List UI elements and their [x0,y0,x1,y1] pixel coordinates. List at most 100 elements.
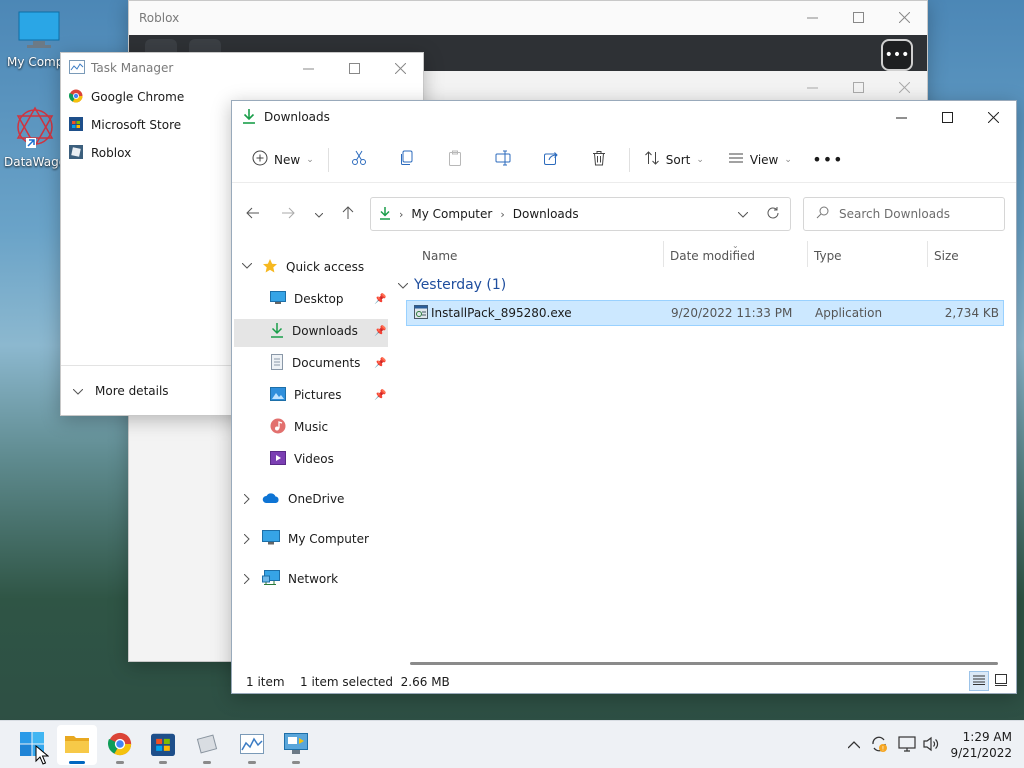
pin-icon: 📌 [374,389,387,401]
window-title: Roblox [139,11,180,25]
sidebar-item-videos[interactable]: Videos [270,445,390,473]
column-header-type[interactable]: Type [814,241,842,271]
column-header-name[interactable]: Name [422,241,457,271]
maximize-button[interactable] [835,71,881,103]
refresh-button[interactable] [766,206,780,223]
tiles-view-button[interactable] [991,671,1011,691]
running-indicator [69,761,85,764]
copy-button[interactable] [383,144,431,176]
back-button[interactable] [238,197,268,231]
sidebar-item-label: Music [294,420,329,434]
sidebar-item-pictures[interactable]: Pictures 📌 [270,381,390,409]
sidebar-item-quick-access[interactable]: Quick access [262,253,364,281]
sidebar-item-desktop[interactable]: Desktop 📌 [270,285,390,313]
pin-icon: 📌 [374,293,387,305]
file-size: 2,734 KB [944,306,999,320]
close-button[interactable] [970,101,1016,133]
cut-button[interactable] [335,144,383,176]
network-monitor-icon [898,735,916,755]
sidebar-item-documents[interactable]: Documents 📌 [270,349,390,377]
sort-button[interactable]: Sort ⌄ [636,144,712,176]
show-hidden-icons-button[interactable] [847,721,861,768]
window-title: Downloads [264,110,330,124]
maximize-button[interactable] [835,1,881,33]
minimize-button[interactable] [285,53,331,83]
expand-arrow-icon[interactable] [243,493,250,507]
maximize-button[interactable] [924,101,970,133]
running-indicator [116,761,124,764]
address-bar[interactable]: › My Computer › Downloads [370,197,791,231]
file-explorer-window[interactable]: Downloads New ⌄ Sort ⌄ View ⌄ ••• › My C… [231,100,1017,694]
table-row[interactable]: InstallPack_895280.exe 9/20/2022 11:33 P… [406,300,1004,326]
new-button[interactable]: New ⌄ [248,144,322,176]
column-divider[interactable] [807,241,808,267]
taskbar-task-manager[interactable] [232,725,272,765]
see-more-button[interactable]: ••• [804,144,852,176]
breadcrumb-downloads[interactable]: Downloads [513,207,579,221]
close-button[interactable] [377,53,423,83]
minimize-button[interactable] [789,71,835,103]
horizontal-scrollbar[interactable] [410,662,998,665]
close-button[interactable] [881,1,927,33]
column-divider[interactable] [663,241,664,267]
chrome-icon [107,732,132,759]
clock[interactable]: 1:29 AM 9/21/2022 [950,729,1012,761]
app-label: Microsoft Store [91,118,182,132]
recent-locations-button[interactable] [304,197,334,231]
sort-icon [644,150,660,169]
forward-button[interactable] [273,197,303,231]
sidebar-item-my-computer[interactable]: My Computer [262,525,369,553]
taskbar-chrome[interactable] [100,725,140,765]
maximize-button[interactable] [331,53,377,83]
task-manager-icon [69,59,85,77]
column-divider[interactable] [927,241,928,267]
group-label: Yesterday (1) [414,277,507,293]
chevron-right-icon: › [399,207,404,221]
cloud-icon [262,492,280,507]
column-header-size[interactable]: Size [934,241,959,271]
sidebar-item-music[interactable]: Music [270,413,390,441]
minimize-button[interactable] [878,101,924,133]
sync-warning-icon: ! [870,735,888,756]
roblox-caption-buttons [789,1,927,33]
details-view-button[interactable] [969,671,989,691]
chevron-down-icon: ⌄ [696,154,704,165]
command-bar: New ⌄ Sort ⌄ View ⌄ ••• [232,137,1016,183]
download-arrow-icon [270,322,284,341]
share-button[interactable] [527,144,575,176]
sidebar-item-onedrive[interactable]: OneDrive [262,485,344,513]
minimize-button[interactable] [789,1,835,33]
delete-button[interactable] [575,144,623,176]
breadcrumb-my-computer[interactable]: My Computer [411,207,492,221]
search-input[interactable]: Search Downloads [803,197,1005,231]
chevron-down-icon: ⌄ [784,154,792,165]
group-header[interactable]: Yesterday (1) [397,273,507,297]
network-status-button[interactable] [898,721,916,768]
taskbar: ! 1:29 AM 9/21/2022 [0,720,1024,768]
paste-button[interactable] [431,144,479,176]
expand-arrow-icon[interactable] [241,261,253,272]
address-dropdown-button[interactable] [737,207,749,221]
column-header-date[interactable]: Date modified [670,241,755,271]
view-button[interactable]: View ⌄ [720,144,800,176]
sidebar-item-network[interactable]: Network [262,565,338,593]
ellipsis-icon[interactable]: ••• [881,39,913,71]
taskbar-roblox[interactable] [187,725,227,765]
up-button[interactable] [333,197,363,231]
divider [327,147,329,172]
sidebar-item-downloads[interactable]: Downloads 📌 [270,317,390,345]
expand-arrow-icon[interactable] [243,573,250,587]
volume-button[interactable] [922,721,940,768]
app-label: Google Chrome [91,90,185,104]
close-button[interactable] [881,71,927,103]
dialog-caption-buttons [789,71,927,103]
taskbar-remote-app[interactable] [276,725,316,765]
chevron-up-icon [847,738,861,752]
selection-info: 1 item selected 2.66 MB [300,675,450,689]
rename-button[interactable] [479,144,527,176]
taskbar-microsoft-store[interactable] [143,725,183,765]
task-manager-icon [240,733,264,757]
sync-status-button[interactable]: ! [870,721,888,768]
taskbar-file-explorer[interactable] [57,725,97,765]
expand-arrow-icon[interactable] [243,533,250,547]
